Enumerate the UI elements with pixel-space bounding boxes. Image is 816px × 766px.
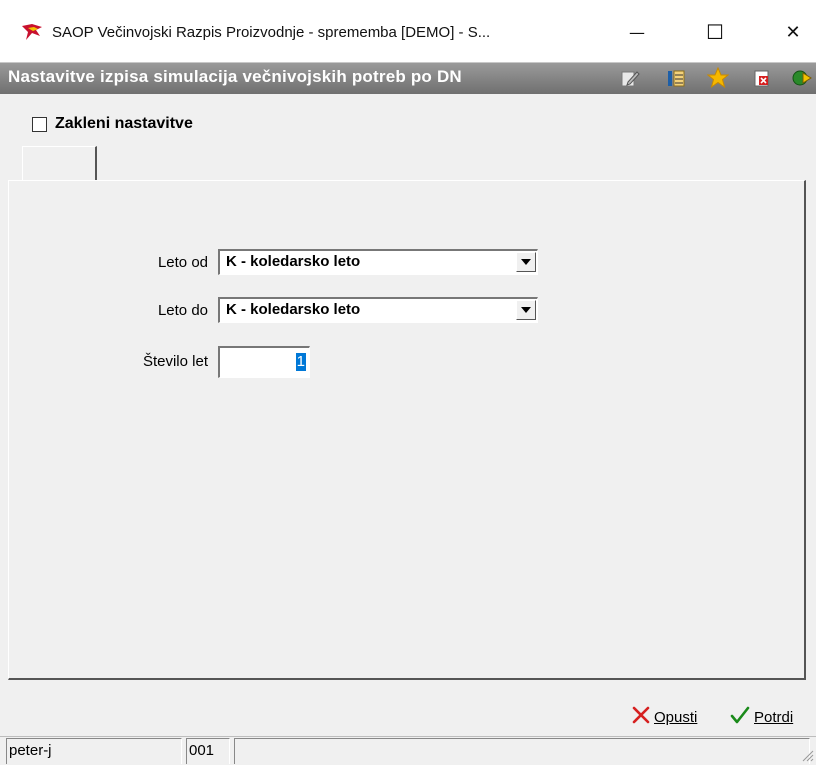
resize-grip-icon[interactable] <box>800 748 814 766</box>
year-to-label: Leto do <box>157 302 208 319</box>
maximize-icon: ☐ <box>706 20 724 44</box>
form-header: Nastavitve izpisa simulacija večnivojski… <box>0 62 816 95</box>
saop-app-icon <box>20 22 44 42</box>
window-titlebar[interactable]: SAOP Večinvojski Razpis Proizvodnje - sp… <box>0 0 816 62</box>
year-from-combo[interactable]: K - koledarsko leto <box>218 249 538 275</box>
edit-icon[interactable] <box>618 66 642 90</box>
lock-settings-checkbox[interactable] <box>32 117 47 132</box>
years-count-value: 1 <box>295 353 306 371</box>
year-to-combo[interactable]: K - koledarsko leto <box>218 297 538 323</box>
confirm-label: Potrdi <box>754 708 794 726</box>
chevron-down-icon[interactable] <box>516 252 536 272</box>
close-icon: ✕ <box>785 21 801 43</box>
close-button[interactable]: ✕ <box>770 14 816 50</box>
years-count-input[interactable]: 1 <box>218 346 310 378</box>
confirm-button[interactable]: Potrdi <box>730 706 793 728</box>
tab-settings[interactable] <box>22 146 97 181</box>
form-title: Nastavitve izpisa simulacija večnivojski… <box>8 67 462 86</box>
lock-settings-label: Zakleni nastavitve <box>55 115 193 132</box>
delete-icon[interactable] <box>750 66 774 90</box>
columns-icon[interactable] <box>664 66 688 90</box>
status-code: 001 <box>186 738 230 764</box>
years-count-label: Število let <box>142 353 208 370</box>
exit-icon[interactable] <box>790 66 814 90</box>
star-icon[interactable] <box>706 66 730 90</box>
minimize-icon: — <box>629 22 645 42</box>
year-from-label: Leto od <box>157 254 208 271</box>
checkmark-icon <box>730 706 750 728</box>
maximize-button[interactable]: ☐ <box>692 14 738 50</box>
status-user: peter-j <box>6 738 182 764</box>
cancel-button[interactable]: Opusti <box>632 706 697 728</box>
year-from-value: K - koledarsko leto <box>226 253 361 270</box>
window-title: SAOP Večinvojski Razpis Proizvodnje - sp… <box>52 24 491 41</box>
year-to-value: K - koledarsko leto <box>226 301 361 318</box>
cancel-label: Opusti <box>654 708 698 726</box>
status-info <box>234 738 810 764</box>
chevron-down-icon[interactable] <box>516 300 536 320</box>
minimize-button[interactable]: — <box>614 14 660 50</box>
cancel-icon <box>632 706 650 728</box>
